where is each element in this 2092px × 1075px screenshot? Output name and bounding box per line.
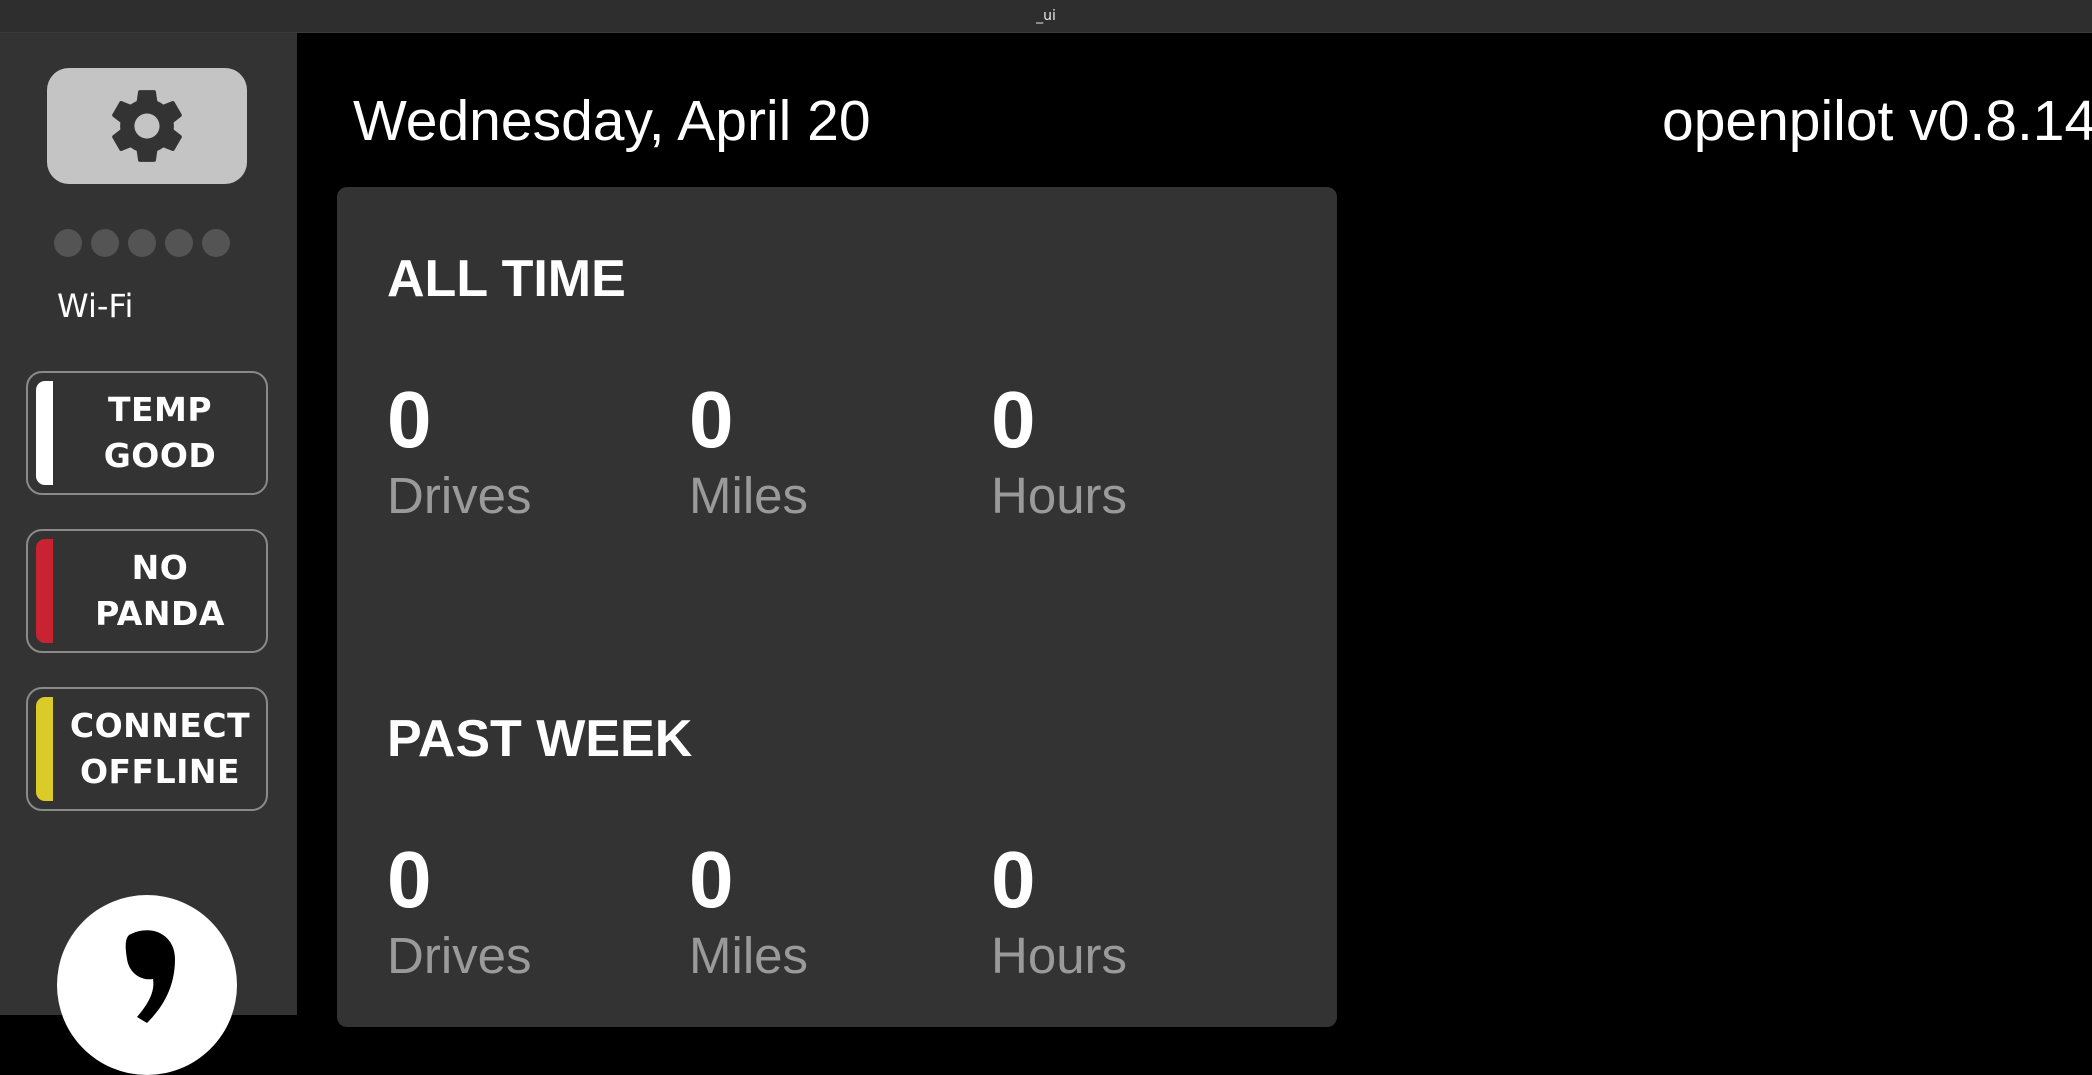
sidebar: Wi-Fi TEMP GOOD NO PANDA CONNECT OFFLINE — [0, 33, 297, 1075]
signal-dot — [165, 229, 193, 257]
past-week-miles-stat: 0 Miles — [689, 835, 949, 987]
stat-label: Miles — [689, 467, 809, 524]
metric-label-line1: TEMP — [107, 390, 213, 429]
window-titlebar: _ui — [0, 0, 2092, 33]
network-type-label: Wi-Fi — [57, 287, 134, 325]
stat-value: 0 — [689, 835, 734, 924]
all-time-drives-stat: 0 Drives — [387, 375, 647, 527]
all-time-miles-stat: 0 Miles — [689, 375, 949, 527]
metric-label-line2: GOOD — [103, 436, 217, 475]
metric-label-line1: CONNECT — [69, 706, 251, 745]
stat-label: Hours — [991, 927, 1128, 984]
metric-label-line1: NO — [131, 548, 189, 587]
past-week-hours-stat: 0 Hours — [991, 835, 1251, 987]
gear-icon — [112, 90, 182, 162]
stat-value: 0 — [991, 375, 1036, 464]
stat-label: Drives — [387, 467, 532, 524]
panda-status-bar — [36, 539, 53, 643]
temp-status-metric: TEMP GOOD — [26, 371, 268, 495]
metric-label-line2: OFFLINE — [79, 752, 241, 791]
stat-label: Drives — [387, 927, 532, 984]
signal-dot — [91, 229, 119, 257]
window-title: _ui — [1036, 8, 1056, 24]
stat-label: Hours — [991, 467, 1128, 524]
panda-status-metric: NO PANDA — [26, 529, 268, 653]
all-time-hours-stat: 0 Hours — [991, 375, 1251, 527]
stat-value: 0 — [387, 835, 432, 924]
past-week-drives-stat: 0 Drives — [387, 835, 647, 987]
stat-value: 0 — [387, 375, 432, 464]
signal-strength-indicator — [54, 229, 230, 257]
connect-status-bar — [36, 697, 53, 801]
signal-dot — [128, 229, 156, 257]
signal-dot — [54, 229, 82, 257]
stat-value: 0 — [991, 835, 1036, 924]
settings-button[interactable] — [47, 68, 247, 184]
metric-label-line2: PANDA — [95, 594, 225, 633]
stat-label: Miles — [689, 927, 809, 984]
stat-value: 0 — [689, 375, 734, 464]
connect-status-metric: CONNECT OFFLINE — [26, 687, 268, 811]
drive-stats-card: ALL TIME 0 Drives 0 Miles 0 Hours PAST W… — [337, 187, 1337, 1027]
all-time-title: ALL TIME — [387, 250, 626, 308]
temp-status-bar — [36, 381, 53, 485]
past-week-title: PAST WEEK — [387, 710, 693, 768]
current-date: Wednesday, April 20 — [353, 89, 871, 153]
software-version: openpilot v0.8.14 — [1662, 89, 2092, 153]
signal-dot — [202, 229, 230, 257]
comma-logo-icon — [57, 895, 237, 1075]
